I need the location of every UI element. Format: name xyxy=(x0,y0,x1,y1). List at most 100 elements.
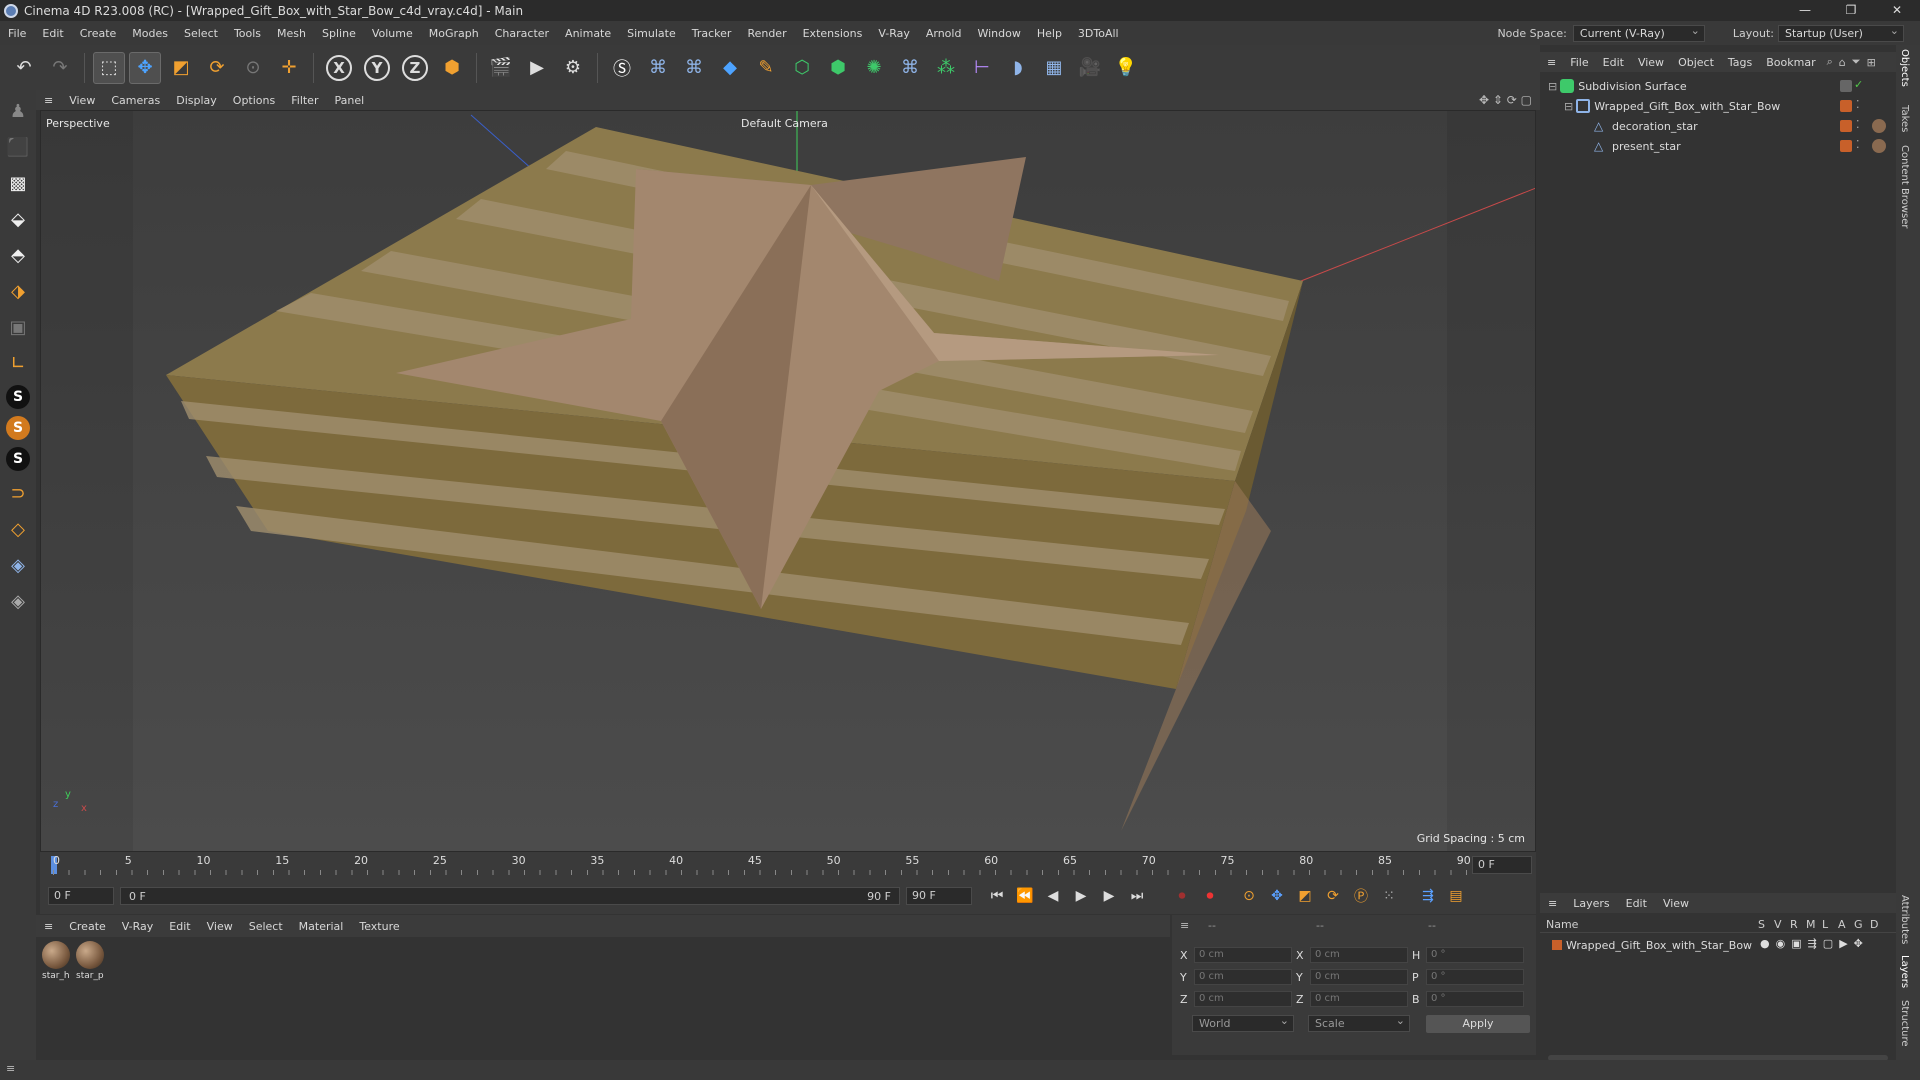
z-axis-lock-icon[interactable]: Z xyxy=(402,54,428,81)
object-menu-hamburger-icon[interactable]: ≡ xyxy=(1540,56,1563,69)
object-menu-tags[interactable]: Tags xyxy=(1721,56,1759,69)
material-item[interactable]: star_p xyxy=(76,941,106,981)
prev-key-icon[interactable]: ⏪ xyxy=(1014,885,1036,907)
scale-key-icon[interactable]: ◩ xyxy=(1294,885,1316,907)
object-menu-object[interactable]: Object xyxy=(1671,56,1721,69)
frame-range-slider[interactable]: 0 F 90 F xyxy=(120,887,900,905)
object-menu-file[interactable]: File xyxy=(1563,56,1595,69)
camera-icon[interactable]: 🎥 xyxy=(1074,52,1106,84)
material-menu-create[interactable]: Create xyxy=(61,920,114,933)
layout-dropdown[interactable]: Startup (User) xyxy=(1778,23,1904,42)
field-icon[interactable]: ◗ xyxy=(1002,52,1034,84)
cube-primitive-icon[interactable]: ◆ xyxy=(714,52,746,84)
layer-toggle-icons[interactable]: ●◉▣⇶▢▶✥ xyxy=(1760,937,1869,950)
enabled-check-icon[interactable]: ✓ xyxy=(1854,78,1863,91)
snap-s3-icon[interactable]: S xyxy=(6,447,30,471)
scale-tool-icon[interactable]: ◩ xyxy=(165,52,197,84)
coordinate-system-icon[interactable]: ⬢ xyxy=(436,52,468,84)
viewport-menu-cameras[interactable]: Cameras xyxy=(103,94,168,107)
tab-takes[interactable]: Takes xyxy=(1899,105,1910,132)
object-row[interactable]: △ decoration_star ⁚ xyxy=(1540,116,1896,136)
python-script2-icon[interactable]: ⌘ xyxy=(678,52,710,84)
recent-tool-icon[interactable]: ⊙ xyxy=(237,52,269,84)
material-menu-hamburger-icon[interactable]: ≡ xyxy=(36,920,61,933)
node-space-dropdown[interactable]: Current (V-Ray) xyxy=(1572,23,1705,42)
material-item[interactable]: star_h xyxy=(42,941,72,981)
goto-end-icon[interactable]: ⏭ xyxy=(1126,885,1148,907)
pen-spline-icon[interactable]: ✎ xyxy=(750,52,782,84)
vray-icon[interactable]: Ⓢ xyxy=(606,52,638,84)
viewport-menu-display[interactable]: Display xyxy=(168,94,225,107)
menu-edit[interactable]: Edit xyxy=(34,27,71,40)
layer-color-swatch[interactable] xyxy=(1840,120,1852,132)
minimize-button[interactable]: — xyxy=(1782,0,1828,21)
layer-color-swatch[interactable] xyxy=(1840,140,1852,152)
play-icon[interactable]: ▶ xyxy=(1070,885,1092,907)
menu-3dtoall[interactable]: 3DToAll xyxy=(1070,27,1127,40)
menu-character[interactable]: Character xyxy=(487,27,557,40)
rotation-b-field[interactable]: 0 ° xyxy=(1426,991,1524,1007)
timeline-layout-icon[interactable]: ▤ xyxy=(1445,885,1467,907)
menu-spline[interactable]: Spline xyxy=(314,27,364,40)
layer-color-swatch[interactable] xyxy=(1840,100,1852,112)
collapse-icon[interactable]: ⊟ xyxy=(1548,80,1557,93)
layer-menu-edit[interactable]: Edit xyxy=(1618,897,1655,910)
model-mode-icon[interactable]: ⬛ xyxy=(3,132,33,162)
rotate-tool-icon[interactable]: ⟳ xyxy=(201,52,233,84)
light-icon[interactable]: 💡 xyxy=(1110,52,1142,84)
menu-simulate[interactable]: Simulate xyxy=(619,27,684,40)
cloner-icon[interactable]: ✺ xyxy=(858,52,890,84)
close-button[interactable]: ✕ xyxy=(1874,0,1920,21)
object-home-icon[interactable]: ⌂ xyxy=(1839,56,1846,69)
subdivision-icon[interactable]: ⬡ xyxy=(786,52,818,84)
menu-render[interactable]: Render xyxy=(739,27,794,40)
position-z-field[interactable]: 0 cm xyxy=(1194,991,1292,1007)
rotation-p-field[interactable]: 0 ° xyxy=(1426,969,1524,985)
make-editable-icon[interactable]: ♟ xyxy=(3,96,33,126)
goto-start-icon[interactable]: ⏮ xyxy=(986,885,1008,907)
y-axis-lock-icon[interactable]: Y xyxy=(364,54,390,81)
menu-animate[interactable]: Animate xyxy=(557,27,619,40)
tab-objects[interactable]: Objects xyxy=(1899,49,1910,87)
3d-viewport[interactable]: Perspective Default Camera Grid Spacing … xyxy=(40,110,1536,852)
position-key-icon[interactable]: ✥ xyxy=(1266,885,1288,907)
menu-mesh[interactable]: Mesh xyxy=(269,27,314,40)
render-picture-viewer-icon[interactable]: ▶ xyxy=(521,52,553,84)
material-menu-edit[interactable]: Edit xyxy=(161,920,198,933)
bend-deformer-icon[interactable]: ⊢ xyxy=(966,52,998,84)
material-menu-material[interactable]: Material xyxy=(291,920,352,933)
material-menu-texture[interactable]: Texture xyxy=(351,920,407,933)
lock-workplane-icon[interactable]: ◈ xyxy=(3,586,33,616)
record-keys-icon[interactable]: ⏺ xyxy=(1171,885,1193,907)
redo-icon[interactable]: ↷ xyxy=(44,52,76,84)
visibility-toggle[interactable] xyxy=(1840,80,1852,92)
size-z-field[interactable]: 0 cm xyxy=(1310,991,1408,1007)
keyframe-selection-icon[interactable]: ⊙ xyxy=(1238,885,1260,907)
axis-mode-icon[interactable]: ∟ xyxy=(3,348,33,378)
layer-menu-view[interactable]: View xyxy=(1655,897,1697,910)
tab-content-browser[interactable]: Content Browser xyxy=(1899,145,1910,228)
material-menu-select[interactable]: Select xyxy=(241,920,291,933)
object-search-icon[interactable]: ⌕ xyxy=(1827,55,1833,69)
viewport-menu-hamburger-icon[interactable]: ≡ xyxy=(36,94,61,107)
menu-modes[interactable]: Modes xyxy=(124,27,176,40)
menu-arnold[interactable]: Arnold xyxy=(918,27,970,40)
tab-attributes[interactable]: Attributes xyxy=(1899,895,1910,944)
viewport-menu-filter[interactable]: Filter xyxy=(283,94,326,107)
object-new-window-icon[interactable]: ⊞ xyxy=(1867,56,1876,69)
menu-select[interactable]: Select xyxy=(176,27,226,40)
move-tool-icon[interactable]: ✥ xyxy=(129,51,161,84)
material-tag-icon[interactable] xyxy=(1872,139,1886,153)
points-mode-icon[interactable]: ⬙ xyxy=(3,204,33,234)
current-frame-field[interactable]: 0 F xyxy=(1472,856,1532,874)
viewport-menu-options[interactable]: Options xyxy=(225,94,283,107)
workplane-icon[interactable]: ◇ xyxy=(3,514,33,544)
collapse-icon[interactable]: ⊟ xyxy=(1564,100,1573,113)
next-frame-icon[interactable]: ▶ xyxy=(1098,885,1120,907)
start-frame-field[interactable]: 0 F xyxy=(48,887,114,905)
end-frame-field[interactable]: 90 F xyxy=(906,887,972,905)
viewport-nav-icons[interactable]: ✥ ⇕ ⟳ ▢ xyxy=(1479,93,1532,107)
object-menu-view[interactable]: View xyxy=(1631,56,1671,69)
python-generator-icon[interactable]: ⌘ xyxy=(894,52,926,84)
coords-menu-icon[interactable]: ≡ xyxy=(1180,919,1189,932)
